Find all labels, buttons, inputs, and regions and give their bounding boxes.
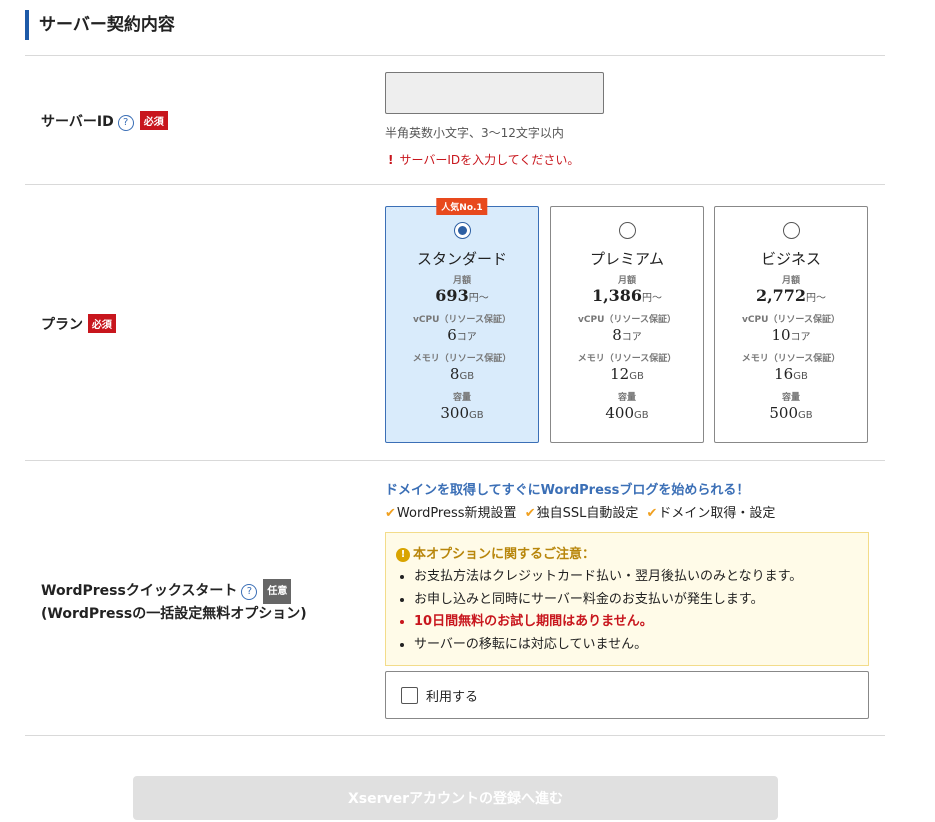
memory-value: 16GB bbox=[774, 365, 808, 383]
plan-name: プレミアム bbox=[590, 250, 664, 268]
plan-card-business[interactable]: ビジネス 月額 2,772円〜 vCPU（リソース保証） 10コア メモリ（リソ… bbox=[714, 206, 868, 443]
check-icon: ✔ bbox=[385, 506, 396, 521]
feature-item: 独自SSL自動設定 bbox=[536, 506, 639, 521]
wordpress-label-row: WordPressクイックスタート? 任意 (WordPressの一括設定無料オプ… bbox=[41, 579, 307, 625]
server-id-label-row: サーバーID? 必須 bbox=[41, 111, 168, 131]
warning-icon: ! bbox=[396, 548, 410, 562]
divider bbox=[25, 460, 885, 461]
feature-list: ✔WordPress新規設置 ✔独自SSL自動設定 ✔ドメイン取得・設定 bbox=[385, 502, 779, 521]
wordpress-promo: ドメインを取得してすぐにWordPressブログを始められる！ bbox=[385, 483, 750, 498]
plan-card-premium[interactable]: プレミアム 月額 1,386円〜 vCPU（リソース保証） 8コア メモリ（リソ… bbox=[550, 206, 704, 443]
plan-radio[interactable] bbox=[782, 222, 800, 239]
required-badge: 必須 bbox=[87, 314, 116, 333]
server-id-input[interactable] bbox=[385, 72, 604, 114]
server-id-hint: 半角英数小文字、3〜12文字以内 bbox=[385, 126, 564, 140]
memory-label: メモリ（リソース保証） bbox=[412, 354, 512, 364]
optional-badge: 任意 bbox=[263, 579, 292, 604]
use-checkbox[interactable] bbox=[401, 686, 418, 704]
submit-button[interactable]: Xserverアカウントの登録へ進む bbox=[133, 776, 778, 820]
divider bbox=[25, 55, 885, 56]
notice-item: サーバーの移転には対応していません。 bbox=[414, 634, 856, 657]
notice-item-highlight: 10日間無料のお試し期間はありません。 bbox=[414, 611, 856, 634]
memory-value: 8GB bbox=[449, 365, 475, 383]
divider bbox=[25, 184, 885, 185]
price-value: 693円〜 bbox=[435, 286, 489, 305]
help-icon[interactable]: ? bbox=[117, 115, 134, 131]
help-icon[interactable]: ? bbox=[241, 584, 258, 600]
cpu-label: vCPU（リソース保証） bbox=[578, 315, 676, 325]
notice-box: !本オプションに関するご注意： お支払方法はクレジットカード払い・翌月後払いのみ… bbox=[385, 532, 869, 666]
memory-label: メモリ（リソース保証） bbox=[741, 354, 841, 364]
disk-value: 500GB bbox=[769, 404, 813, 422]
cpu-label: vCPU（リソース保証） bbox=[742, 315, 840, 325]
check-icon: ✔ bbox=[524, 506, 536, 521]
feature-item: WordPress新規設置 bbox=[396, 506, 517, 521]
error-text: サーバーIDを入力してください。 bbox=[399, 153, 580, 167]
price-value: 1,386円〜 bbox=[591, 286, 663, 305]
cpu-value: 10コア bbox=[771, 326, 811, 344]
plan-label-row: プラン 必須 bbox=[41, 314, 116, 334]
check-icon: ✔ bbox=[646, 506, 658, 521]
notice-item: お申し込みと同時にサーバー料金のお支払いが発生します。 bbox=[414, 589, 856, 612]
popular-badge: 人気No.1 bbox=[436, 198, 488, 215]
disk-label: 容量 bbox=[452, 393, 471, 403]
use-label: 利用する bbox=[426, 689, 479, 705]
plan-name: ビジネス bbox=[760, 250, 821, 268]
cpu-label: vCPU（リソース保証） bbox=[413, 315, 511, 325]
memory-value: 12GB bbox=[610, 365, 644, 383]
plan-name: スタンダード bbox=[416, 250, 507, 268]
cpu-value: 8コア bbox=[612, 326, 642, 344]
plan-card-standard[interactable]: 人気No.1 スタンダード 月額 693円〜 vCPU（リソース保証） 6コア … bbox=[385, 198, 539, 443]
disk-value: 400GB bbox=[605, 404, 649, 422]
error-icon: ! bbox=[388, 153, 394, 167]
required-badge: 必須 bbox=[139, 111, 168, 130]
disk-label: 容量 bbox=[617, 393, 636, 403]
disk-label: 容量 bbox=[781, 393, 800, 403]
notice-title: ! 本オプションに関するご注意： bbox=[396, 543, 856, 562]
use-option-box[interactable]: 利用する bbox=[385, 671, 869, 719]
feature-item: ドメイン取得・設定 bbox=[658, 506, 776, 521]
notice-item: お支払方法はクレジットカード払い・翌月後払いのみとなります。 bbox=[414, 566, 856, 589]
memory-label: メモリ（リソース保証） bbox=[577, 354, 677, 364]
notice-list: お支払方法はクレジットカード払い・翌月後払いのみとなります。 お申し込みと同時に… bbox=[396, 566, 856, 656]
wordpress-label: WordPressクイックスタート bbox=[41, 583, 238, 599]
plan-radio[interactable] bbox=[453, 222, 471, 239]
server-id-error: ! サーバーIDを入力してください。 bbox=[388, 151, 579, 168]
disk-value: 300GB bbox=[440, 404, 484, 422]
divider bbox=[25, 735, 885, 736]
server-id-label: サーバーID bbox=[41, 114, 114, 130]
price-value: 2,772円〜 bbox=[755, 286, 827, 305]
plan-radio[interactable] bbox=[618, 222, 636, 239]
section-title: サーバー契約内容 bbox=[25, 10, 175, 40]
wordpress-sublabel: (WordPressの一括設定無料オプション) bbox=[41, 606, 307, 622]
plan-label: プラン bbox=[41, 317, 83, 333]
cpu-value: 6コア bbox=[447, 326, 477, 344]
